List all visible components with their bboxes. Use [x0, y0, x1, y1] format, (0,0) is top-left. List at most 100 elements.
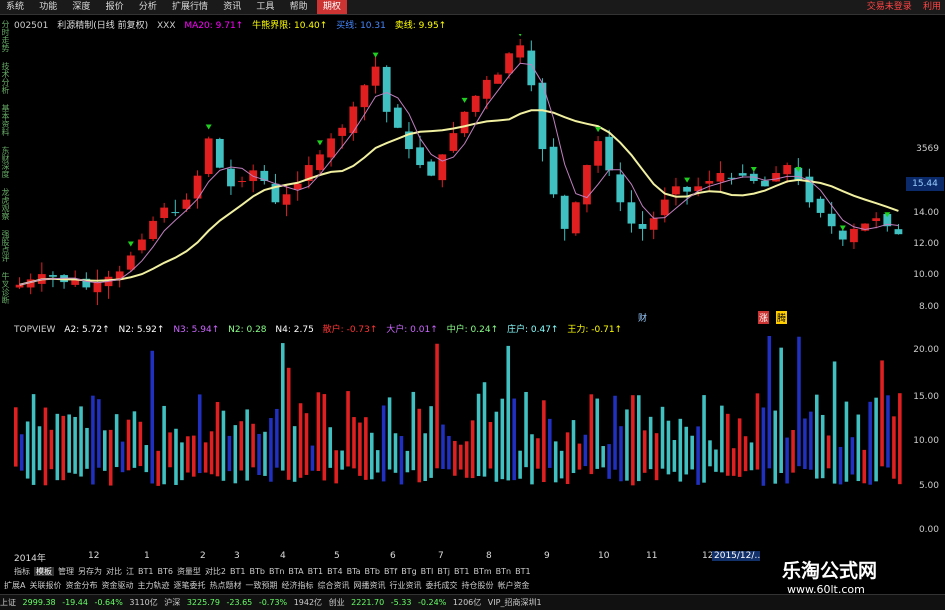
indicator-chart[interactable]	[14, 336, 910, 546]
indicator-tab[interactable]: BTn	[269, 567, 284, 576]
candle-body	[382, 66, 391, 112]
indicator-tab[interactable]: 指标	[14, 567, 30, 576]
volume-bar	[435, 343, 439, 469]
indicator-retail: 散户: -0.73↑	[322, 325, 378, 335]
extension-tab[interactable]: 经济指标	[281, 581, 313, 590]
extension-tab[interactable]: 持仓股份	[461, 581, 493, 590]
volume-bar	[61, 415, 66, 481]
extension-tab[interactable]: 主力轨迹	[137, 581, 169, 590]
extension-tab[interactable]: 帐户资金	[497, 581, 529, 590]
indicator-tab[interactable]: 对比2	[205, 567, 226, 576]
menu-item-system[interactable]: 系统	[0, 0, 30, 14]
marker-teng[interactable]: 腾	[776, 311, 788, 324]
hs-index-label[interactable]: 沪深	[164, 598, 180, 607]
indicator-tab[interactable]: BTm	[473, 567, 491, 576]
price-chart[interactable]	[14, 34, 910, 320]
volume-bar	[838, 446, 843, 485]
volume-bar	[85, 427, 89, 469]
indicator-tab[interactable]: BT1	[138, 567, 153, 576]
extension-tab[interactable]: 一致预期	[245, 581, 277, 590]
extension-tab[interactable]: 扩展A	[4, 581, 25, 590]
date-label: 10	[598, 551, 610, 561]
menu-right-item[interactable]: 利用	[923, 2, 941, 12]
candle-body	[571, 202, 580, 234]
volume-bar	[536, 438, 540, 469]
marker-limit-up[interactable]: 涨	[758, 311, 770, 324]
indicator-tab[interactable]: 另存为	[78, 567, 102, 576]
sh-index-label[interactable]: 上证	[0, 598, 16, 607]
volume-bar	[856, 414, 861, 482]
indicator-tab[interactable]: BT1	[454, 567, 469, 576]
menu-item-analysis[interactable]: 分析	[133, 0, 163, 14]
menu-item-options[interactable]: 期权	[316, 0, 347, 14]
indicator-tab[interactable]: BT1	[230, 567, 245, 576]
date-label: 1	[144, 551, 150, 561]
sh-index-change: -19.44	[62, 598, 88, 607]
indicator-tab[interactable]: 江	[126, 567, 134, 576]
left-tab-profile[interactable]: 基本资料	[0, 104, 11, 136]
menu-item-tools[interactable]: 工具	[250, 0, 280, 14]
extension-tab[interactable]: 委托成交	[425, 581, 457, 590]
indicator-tab[interactable]: BT6	[157, 567, 172, 576]
extension-tab[interactable]: 网播资讯	[353, 581, 385, 590]
extension-tab[interactable]: 逐笔委托	[173, 581, 205, 590]
indicator-tab[interactable]: BTa	[347, 567, 361, 576]
menu-item-help[interactable]: 帮助	[284, 0, 314, 14]
extension-tab[interactable]: 资金驱动	[101, 581, 133, 590]
stock-info-bar: 002501 利源精制(日线 前复权) XXX MA20: 9.71↑ 牛熊界限…	[14, 18, 452, 32]
vol-axis-5: 5.00	[918, 481, 939, 491]
indicator-tab[interactable]: BT1	[308, 567, 323, 576]
signal-arrow-icon	[839, 225, 846, 231]
indicator-tab[interactable]: 模板	[34, 567, 54, 576]
extension-tab[interactable]: 热点题材	[209, 581, 241, 590]
menu-item-function[interactable]: 功能	[33, 0, 63, 14]
volume-bar	[898, 393, 902, 485]
menu-item-ext-market[interactable]: 扩展行情	[166, 0, 214, 14]
indicator-big: 大户: 0.01↑	[386, 325, 438, 335]
watermark-title: 乐淘公式网	[782, 560, 878, 582]
indicator-tab[interactable]: 管理	[58, 567, 74, 576]
indicator-tab[interactable]: 对比	[106, 567, 122, 576]
trade-login-status[interactable]: 交易未登录	[867, 2, 912, 12]
vip-account[interactable]: VIP_招商深圳1	[488, 598, 542, 607]
extension-tab[interactable]: 综合资讯	[317, 581, 349, 590]
volume-bar	[482, 382, 487, 477]
volume-bar	[346, 391, 350, 467]
left-tab-timeshare[interactable]: 分时走势	[0, 20, 11, 52]
candle-body	[338, 127, 347, 136]
volume-bar	[43, 407, 48, 486]
extension-tab[interactable]: 关联报价	[29, 581, 61, 590]
volume-bar	[423, 433, 427, 482]
volume-bar	[613, 395, 617, 470]
marker-finance[interactable]: 财	[638, 311, 647, 324]
volume-bar	[625, 409, 629, 481]
left-tab-comment[interactable]: 强股点评	[0, 230, 11, 262]
indicator-tab[interactable]: BTf	[384, 567, 397, 576]
indicator-tab[interactable]: BTg	[401, 567, 416, 576]
indicator-tab[interactable]: BT4	[327, 567, 342, 576]
candle-body	[738, 173, 747, 176]
indicator-tab[interactable]: BTb	[250, 567, 265, 576]
indicator-name[interactable]: TOPVIEW	[14, 325, 55, 335]
indicator-tab[interactable]: BTA	[288, 567, 303, 576]
indicator-tab[interactable]: BTI	[421, 567, 434, 576]
candle-body	[660, 199, 669, 216]
indicator-tab[interactable]: 资量型	[177, 567, 201, 576]
extension-tab[interactable]: 行业资讯	[389, 581, 421, 590]
volume-bar	[103, 430, 107, 471]
cy-index-label[interactable]: 创业	[329, 598, 345, 607]
volume-bar	[251, 423, 255, 468]
left-tab-dragon[interactable]: 龙虎观察	[0, 188, 11, 220]
menu-item-quote[interactable]: 报价	[100, 0, 130, 14]
left-tab-depth[interactable]: 东财深度	[0, 146, 11, 178]
extension-tab[interactable]: 资金分布	[65, 581, 97, 590]
indicator-tab[interactable]: BTn	[496, 567, 511, 576]
indicator-tab[interactable]: BTj	[437, 567, 450, 576]
indicator-tab[interactable]: BTb	[365, 567, 380, 576]
menu-item-news[interactable]: 资讯	[217, 0, 247, 14]
left-tab-technical[interactable]: 技术分析	[0, 62, 11, 94]
left-tab-diagnosis[interactable]: 牛叉诊断	[0, 272, 11, 304]
indicator-tab[interactable]: BT1	[515, 567, 530, 576]
menu-item-depth[interactable]: 深度	[66, 0, 96, 14]
volume-bar	[174, 428, 178, 485]
